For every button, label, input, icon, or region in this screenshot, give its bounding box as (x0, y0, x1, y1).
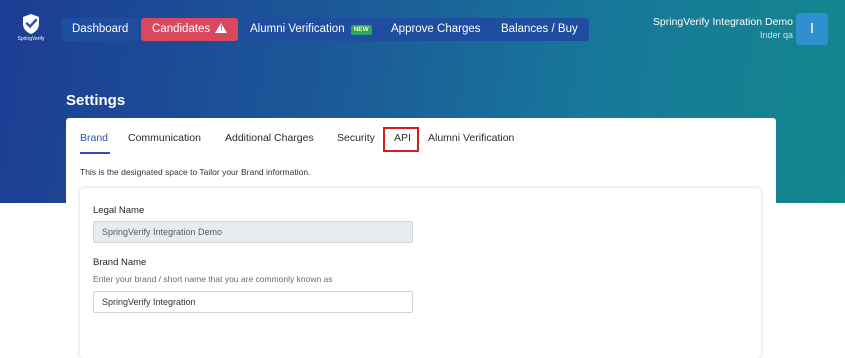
tab-brand[interactable]: Brand (80, 132, 108, 144)
brand-description: This is the designated space to Tailor y… (80, 167, 311, 177)
shield-check-icon (23, 14, 39, 34)
nav-approve-charges-button[interactable]: Approve Charges (380, 18, 492, 41)
settings-card: Brand Communication Additional Charges S… (66, 118, 776, 358)
warning-icon: ! (215, 23, 228, 33)
active-tab-indicator (80, 152, 110, 154)
legal-name-field (93, 221, 413, 243)
nav-dashboard-button[interactable]: Dashboard (61, 18, 140, 41)
brand-name-helper: Enter your brand / short name that you a… (93, 274, 333, 284)
springverify-logo[interactable]: SpringVerify (14, 13, 48, 49)
user-org-name: SpringVerify Integration Demo (652, 16, 793, 28)
nav-alumni-label: Alumni Verification (250, 23, 345, 35)
api-tab-highlight (383, 127, 419, 152)
nav-balances-button[interactable]: Balances / Buy (490, 18, 589, 41)
nav-balances-label: Balances / Buy (501, 23, 578, 35)
page-title: Settings (66, 92, 126, 109)
brand-name-label: Brand Name (93, 257, 147, 268)
user-menu-button[interactable]: I (796, 13, 828, 45)
brand-name-field[interactable] (93, 291, 413, 313)
nav-alumni-verification-button[interactable]: Alumni Verification NEW (239, 18, 383, 41)
tab-alumni-verification[interactable]: Alumni Verification (428, 132, 514, 144)
logo-text: SpringVerify (17, 36, 45, 42)
tab-security[interactable]: Security (337, 132, 375, 144)
tab-additional-charges[interactable]: Additional Charges (225, 132, 314, 144)
tab-communication[interactable]: Communication (128, 132, 201, 144)
brand-form-panel: Legal Name Brand Name Enter your brand /… (80, 188, 761, 358)
nav-candidates-button[interactable]: Candidates! (141, 18, 239, 41)
new-badge: NEW (350, 25, 372, 35)
user-name: Inder qa (759, 30, 793, 40)
legal-name-label: Legal Name (93, 205, 145, 216)
nav-candidates-label: Candidates (152, 23, 211, 35)
nav-dashboard-label: Dashboard (72, 23, 129, 35)
nav-approve-label: Approve Charges (391, 23, 481, 35)
